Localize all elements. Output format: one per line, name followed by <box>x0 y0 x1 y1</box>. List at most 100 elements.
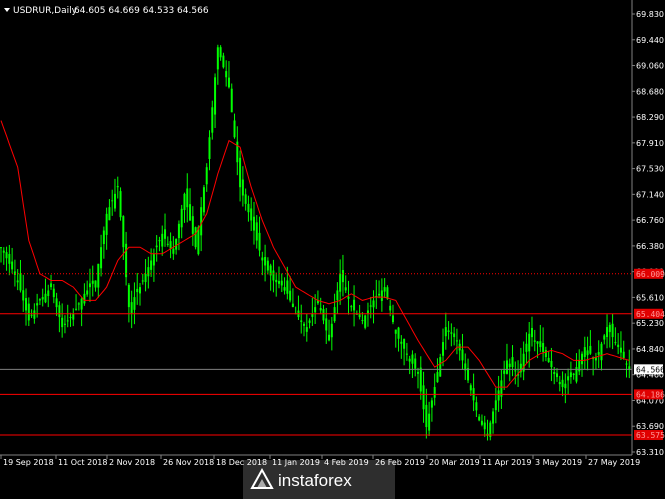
price-bar-body <box>205 167 208 185</box>
price-bar-body <box>155 245 158 248</box>
price-bar-body <box>38 299 41 301</box>
price-bar-body <box>533 340 536 342</box>
price-bar-body <box>330 323 333 338</box>
price-bar-body <box>152 253 155 266</box>
price-bar-body <box>219 47 222 58</box>
price-bar-body <box>467 368 470 381</box>
time-tick-label: 11 Apr 2019 <box>482 458 531 467</box>
price-bar-body <box>572 373 575 375</box>
price-bar-body <box>91 280 94 284</box>
price-bar-body <box>328 334 331 341</box>
price-bar-body <box>611 323 614 338</box>
price-bar-body <box>341 270 344 283</box>
price-bar-body <box>161 233 164 247</box>
price-bar-body <box>113 193 116 209</box>
price-bar-body <box>350 306 353 308</box>
price-bar-body <box>197 227 200 255</box>
price-bar-body <box>378 293 381 296</box>
price-bar-body <box>25 298 28 311</box>
price-tick-label: 64.840 <box>636 345 664 354</box>
price-bar-body <box>175 238 178 250</box>
level-tag-label: 63.575 <box>636 431 665 440</box>
price-bar-body <box>266 260 269 271</box>
price-bar-body <box>505 360 508 374</box>
price-bar-body <box>216 47 219 70</box>
price-bar-body <box>27 303 30 321</box>
price-bar-body <box>286 280 289 294</box>
price-bar-body <box>141 280 144 282</box>
price-bar-body <box>422 385 425 410</box>
price-tick-label: 69.440 <box>636 36 664 45</box>
price-bar-body <box>164 229 167 239</box>
price-bar-body <box>480 420 483 425</box>
price-bar-body <box>353 299 356 311</box>
price-bar-body <box>386 287 389 299</box>
price-bar-body <box>497 390 500 401</box>
price-bar-body <box>369 305 372 307</box>
price-tick-label: 66.380 <box>636 242 664 251</box>
price-bar-body <box>494 400 497 411</box>
price-bar-body <box>52 288 55 298</box>
price-tick-label: 67.140 <box>636 190 664 199</box>
price-chart[interactable]: USDRUR,Daily 64.605 64.669 64.533 64.566… <box>0 0 665 499</box>
price-bar-body <box>66 320 69 322</box>
price-bar-body <box>336 290 339 301</box>
price-bar-body <box>69 316 72 318</box>
price-bar-body <box>33 310 36 319</box>
price-bar-body <box>544 350 547 358</box>
price-bar-body <box>308 320 311 323</box>
price-bar-body <box>189 204 192 221</box>
price-bar-body <box>264 257 267 266</box>
ohlc-values: 64.605 64.669 64.533 64.566 <box>74 6 209 16</box>
price-bar-body <box>569 372 572 378</box>
price-bar-body <box>125 243 128 278</box>
price-bar-body <box>417 372 419 374</box>
price-bar-body <box>322 309 325 321</box>
price-bar-body <box>339 273 342 292</box>
price-bar-body <box>380 290 383 302</box>
price-bar-body <box>397 327 400 339</box>
price-bar-body <box>80 298 83 310</box>
price-bar-body <box>419 367 422 392</box>
price-bar-body <box>558 382 561 385</box>
price-bar-body <box>172 248 175 254</box>
price-bar-body <box>119 191 122 218</box>
price-bar-body <box>514 370 517 372</box>
price-bar-body <box>364 315 367 328</box>
price-bar-body <box>144 273 147 283</box>
price-bar-body <box>88 283 91 288</box>
price-tick-label: 63.690 <box>636 422 664 431</box>
price-bar-body <box>617 344 620 348</box>
price-bar-body <box>525 343 528 352</box>
price-bar-body <box>503 370 506 374</box>
price-bar-body <box>139 287 141 294</box>
price-bar-body <box>111 200 114 202</box>
price-bar-body <box>0 247 2 249</box>
price-bar-body <box>36 303 39 306</box>
price-bar-body <box>100 247 103 269</box>
price-bar-body <box>344 287 347 291</box>
price-bar-body <box>508 363 511 368</box>
price-bar-body <box>275 279 278 283</box>
level-tag-label: 66.009 <box>636 270 665 279</box>
price-bar-body <box>55 298 58 308</box>
price-bar-body <box>361 320 364 322</box>
price-bar-body <box>186 188 189 208</box>
price-bar-body <box>400 341 403 344</box>
price-bar-body <box>211 107 214 133</box>
time-tick-label: 26 Nov 2018 <box>163 458 214 467</box>
time-tick-label: 11 Oct 2018 <box>58 458 107 467</box>
price-bar-body <box>586 350 589 356</box>
price-bar-body <box>77 303 80 305</box>
price-bar-body <box>469 385 472 391</box>
price-bar-body <box>425 404 428 428</box>
price-bar-body <box>347 296 350 299</box>
price-bar-body <box>283 287 286 291</box>
price-bar-body <box>50 283 53 288</box>
price-bar-body <box>225 71 228 78</box>
price-bar-body <box>455 340 458 342</box>
price-bar-body <box>411 354 414 364</box>
price-tick-label: 67.910 <box>636 139 664 148</box>
price-bar-body <box>97 263 100 288</box>
price-bar-body <box>94 280 97 288</box>
